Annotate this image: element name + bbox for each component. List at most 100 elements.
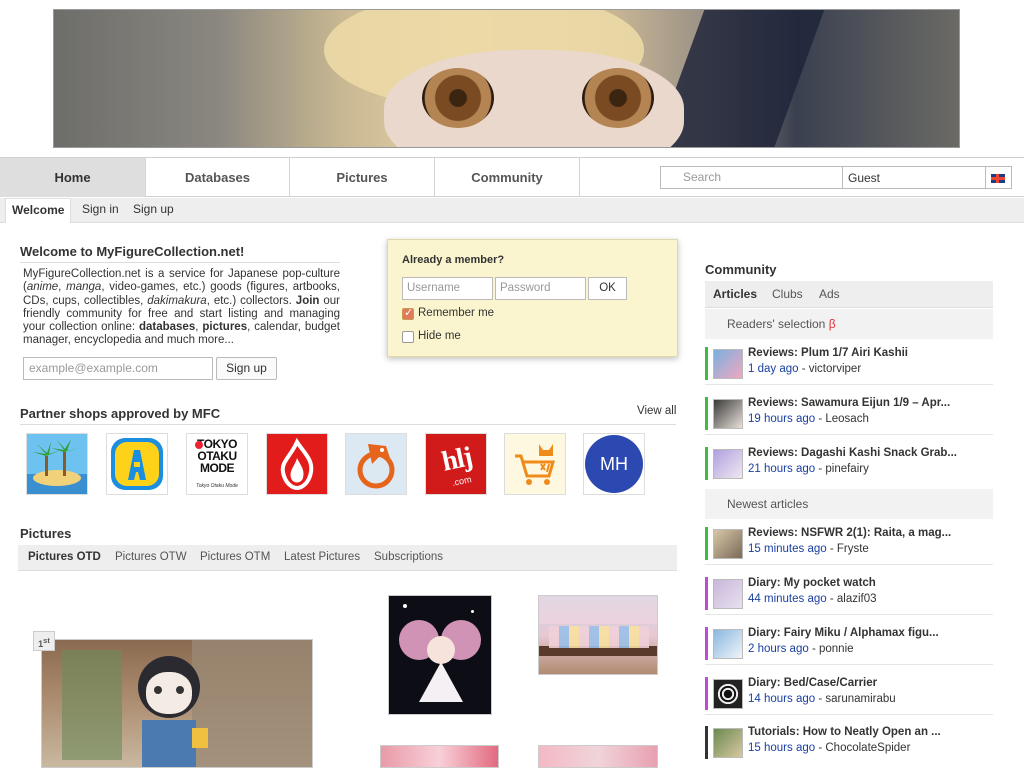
article-time[interactable]: 15 hours ago <box>748 742 815 754</box>
article-item[interactable]: Reviews: Plum 1/7 Airi Kashii 1 day ago … <box>705 347 993 389</box>
tab-pictures-otm[interactable]: Pictures OTM <box>200 545 270 571</box>
hide-me-checkbox[interactable] <box>402 331 414 343</box>
article-author[interactable]: ponnie <box>819 643 854 655</box>
article-author[interactable]: alazif03 <box>837 593 877 605</box>
photo-decoration <box>419 662 463 702</box>
tab-articles[interactable]: Articles <box>713 281 757 308</box>
category-bar <box>705 397 708 430</box>
article-thumbnail[interactable] <box>713 349 743 379</box>
photo-decoration <box>539 596 657 624</box>
shop-red-flame-logo[interactable] <box>266 433 328 495</box>
shop-hlj-logo[interactable]: hlj .com <box>425 433 487 495</box>
article-meta: 15 minutes ago - Fryste <box>748 543 869 555</box>
tab-databases[interactable]: Databases <box>146 158 290 197</box>
article-time[interactable]: 2 hours ago <box>748 643 809 655</box>
shop-island-logo[interactable] <box>26 433 88 495</box>
article-title[interactable]: Reviews: Plum 1/7 Airi Kashii <box>748 347 988 359</box>
subtab-welcome[interactable]: Welcome <box>5 198 72 223</box>
photo-decoration <box>142 720 196 767</box>
article-time[interactable]: 44 minutes ago <box>748 593 827 605</box>
username-field[interactable]: Username <box>402 277 493 300</box>
article-author[interactable]: victorviper <box>809 363 861 375</box>
shop-orange-dragon-logo[interactable] <box>345 433 407 495</box>
article-title[interactable]: Tutorials: How to Neatly Open an ... <box>748 726 988 738</box>
article-author[interactable]: Fryste <box>837 543 869 555</box>
photo-decoration <box>403 604 407 608</box>
article-item[interactable]: Reviews: Sawamura Eijun 1/9 – Apr... 19 … <box>705 397 993 439</box>
hide-me-label: Hide me <box>418 330 461 342</box>
article-title[interactable]: Diary: My pocket watch <box>748 577 988 589</box>
user-menu[interactable]: Guest <box>843 166 986 189</box>
view-all-link[interactable]: View all <box>637 405 676 417</box>
cat-cart-logo-icon <box>515 444 555 485</box>
tab-latest-pictures[interactable]: Latest Pictures <box>284 545 360 571</box>
article-item[interactable]: Reviews: NSFWR 2(1): Raita, a mag... 15 … <box>705 527 993 569</box>
article-author[interactable]: ChocolateSpider <box>825 742 910 754</box>
tab-subscriptions[interactable]: Subscriptions <box>374 545 443 571</box>
tab-ads[interactable]: Ads <box>819 281 840 308</box>
subtab-sign-in[interactable]: Sign in <box>76 198 125 223</box>
password-field[interactable]: Password <box>495 277 586 300</box>
header-banner[interactable] <box>53 9 960 148</box>
tab-home[interactable]: Home <box>0 158 146 197</box>
article-time[interactable]: 14 hours ago <box>748 693 815 705</box>
language-selector[interactable] <box>986 166 1012 189</box>
tab-pictures[interactable]: Pictures <box>290 158 435 197</box>
article-title[interactable]: Reviews: Dagashi Kashi Snack Grab... <box>748 447 988 459</box>
photo-decoration <box>62 650 122 760</box>
divider <box>705 714 993 715</box>
remember-me-label: Remember me <box>418 307 495 319</box>
shop-tokyo-otaku-mode-logo[interactable]: TOKYO OTAKU MODE Tokyo Otaku Mode <box>186 433 248 495</box>
article-thumbnail[interactable] <box>713 399 743 429</box>
ok-button[interactable]: OK <box>588 277 627 300</box>
article-item[interactable]: Diary: My pocket watch 44 minutes ago - … <box>705 577 993 619</box>
search-input[interactable]: Search <box>660 166 843 189</box>
community-tabs: Articles Clubs Ads <box>705 281 993 308</box>
picture-thumb[interactable] <box>388 595 492 715</box>
article-thumbnail[interactable] <box>713 449 743 479</box>
article-title[interactable]: Reviews: Sawamura Eijun 1/9 – Apr... <box>748 397 988 409</box>
article-thumbnail[interactable] <box>713 529 743 559</box>
article-author[interactable]: sarunamirabu <box>825 693 895 705</box>
article-time[interactable]: 15 minutes ago <box>748 543 827 555</box>
tab-clubs[interactable]: Clubs <box>772 281 803 308</box>
readers-selection-header: Readers' selection β <box>705 309 993 339</box>
article-time[interactable]: 19 hours ago <box>748 413 815 425</box>
article-thumbnail[interactable] <box>713 579 743 609</box>
article-thumbnail[interactable] <box>713 679 743 709</box>
article-meta: 19 hours ago - Leosach <box>748 413 869 425</box>
picture-thumb[interactable] <box>538 745 658 768</box>
yellow-a-logo-icon <box>111 438 163 490</box>
category-bar <box>705 527 708 560</box>
picture-thumb[interactable] <box>380 745 499 768</box>
tab-pictures-otd[interactable]: Pictures OTD <box>28 545 101 571</box>
shop-mh-logo[interactable]: MH <box>583 433 645 495</box>
article-thumbnail[interactable] <box>713 728 743 758</box>
picture-thumb[interactable] <box>538 595 658 675</box>
remember-me-checkbox[interactable] <box>402 306 414 320</box>
shop-cat-cart-logo[interactable] <box>504 433 566 495</box>
subtab-sign-up[interactable]: Sign up <box>127 198 180 223</box>
article-title[interactable]: Diary: Bed/Case/Carrier <box>748 677 988 689</box>
article-author[interactable]: Leosach <box>825 413 868 425</box>
article-author[interactable]: pinefairy <box>825 463 868 475</box>
article-time[interactable]: 21 hours ago <box>748 463 815 475</box>
article-thumbnail[interactable] <box>713 629 743 659</box>
shop-yellow-a-logo[interactable] <box>106 433 168 495</box>
flame-logo-icon <box>280 437 314 491</box>
dragon-logo-icon <box>346 434 406 494</box>
article-item[interactable]: Reviews: Dagashi Kashi Snack Grab... 21 … <box>705 447 993 489</box>
article-title[interactable]: Diary: Fairy Miku / Alphamax figu... <box>748 627 988 639</box>
article-item[interactable]: Diary: Fairy Miku / Alphamax figu... 2 h… <box>705 627 993 669</box>
signup-button[interactable]: Sign up <box>216 357 277 380</box>
article-time[interactable]: 1 day ago <box>748 363 799 375</box>
article-item[interactable]: Tutorials: How to Neatly Open an ... 15 … <box>705 726 993 768</box>
tab-community[interactable]: Community <box>435 158 580 197</box>
picture-of-the-day[interactable] <box>41 639 313 768</box>
email-field[interactable]: example@example.com <box>23 357 213 380</box>
article-item[interactable]: Diary: Bed/Case/Carrier 14 hours ago - s… <box>705 677 993 719</box>
article-title[interactable]: Reviews: NSFWR 2(1): Raita, a mag... <box>748 527 988 539</box>
category-bar <box>705 347 708 380</box>
category-bar <box>705 447 708 480</box>
tab-pictures-otw[interactable]: Pictures OTW <box>115 545 187 571</box>
